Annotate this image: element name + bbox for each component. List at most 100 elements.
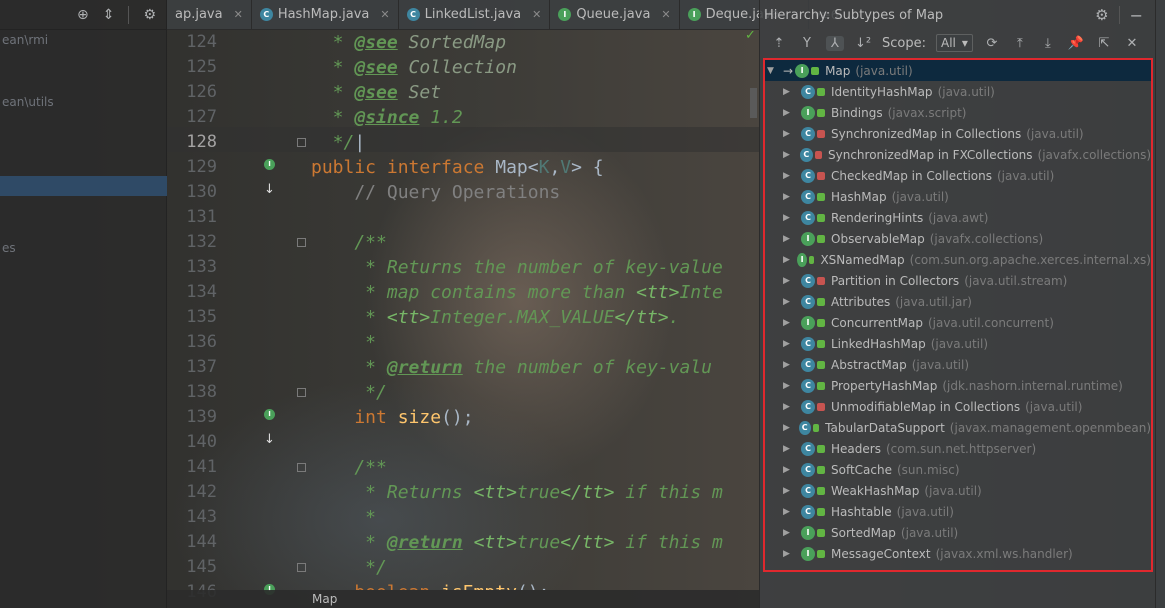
implemented-marker-icon[interactable]: I↓ bbox=[264, 152, 284, 197]
toolbar-divider bbox=[128, 5, 130, 24]
expand-arrow-icon[interactable]: ▶ bbox=[783, 549, 795, 559]
package-name: (java.util.jar) bbox=[895, 294, 972, 309]
fold-icon[interactable] bbox=[297, 388, 306, 397]
close-icon[interactable]: ✕ bbox=[1123, 36, 1141, 51]
expanded-arrow-icon[interactable]: ▼ bbox=[767, 66, 779, 76]
expand-arrow-icon[interactable]: ▶ bbox=[783, 129, 795, 139]
expand-arrow-icon[interactable]: ▶ bbox=[783, 108, 795, 118]
hierarchy-item[interactable]: ▶ C CheckedMap in Collections (java.util) bbox=[765, 165, 1151, 186]
expand-arrow-icon[interactable]: ▶ bbox=[783, 192, 795, 202]
editor-tab[interactable]: C LinkedList.java ✕ bbox=[399, 0, 551, 29]
editor-tab[interactable]: C HashMap.java ✕ bbox=[252, 0, 399, 29]
pin-icon[interactable]: 📌 bbox=[1067, 36, 1085, 51]
type-name: Attributes bbox=[831, 294, 891, 309]
hierarchy-item[interactable]: ▶ C PropertyHashMap (jdk.nashorn.internal.r… bbox=[765, 375, 1151, 396]
expand-arrow-icon[interactable]: ▶ bbox=[783, 507, 795, 517]
expand-all-icon[interactable]: ⤒ bbox=[1011, 36, 1029, 51]
type-name: Hashtable bbox=[831, 504, 892, 519]
hierarchy-item[interactable]: ▶ I Bindings (javax.script) bbox=[765, 102, 1151, 123]
close-tab-icon[interactable]: ✕ bbox=[234, 8, 243, 21]
expand-arrow-icon[interactable]: ▶ bbox=[783, 444, 795, 454]
hierarchy-item[interactable]: ▶ I ObservableMap (javafx.collections) bbox=[765, 228, 1151, 249]
hierarchy-item[interactable]: ▶ C HashMap (java.util) bbox=[765, 186, 1151, 207]
scope-dropdown[interactable]: All ▾ bbox=[935, 34, 973, 52]
hierarchy-item[interactable]: ▶ C SoftCache (sun.misc) bbox=[765, 459, 1151, 480]
close-tab-icon[interactable]: ✕ bbox=[661, 8, 670, 21]
expand-arrow-icon[interactable]: ▶ bbox=[783, 465, 795, 475]
editor-scrollbar[interactable] bbox=[750, 88, 757, 118]
hierarchy-item[interactable]: ▶ C SynchronizedMap in FXCollections (javaf… bbox=[765, 144, 1151, 165]
editor-tab[interactable]: I Queue.java ✕ bbox=[550, 0, 680, 29]
expand-arrow-icon[interactable]: ▶ bbox=[783, 150, 794, 160]
expand-arrow-icon[interactable]: ▶ bbox=[783, 318, 795, 328]
expand-arrow-icon[interactable]: ▶ bbox=[783, 213, 795, 223]
fold-icon[interactable] bbox=[297, 138, 306, 147]
hierarchy-item[interactable]: ▶ I ConcurrentMap (java.util.concurrent) bbox=[765, 312, 1151, 333]
gear-icon[interactable]: ⚙ bbox=[1095, 6, 1108, 24]
hierarchy-item[interactable]: ▶ C IdentityHashMap (java.util) bbox=[765, 81, 1151, 102]
supertypes-icon[interactable]: ⇡ bbox=[770, 36, 788, 51]
public-access-icon bbox=[817, 213, 825, 222]
expand-arrow-icon[interactable]: ▶ bbox=[783, 381, 795, 391]
expand-arrow-icon[interactable]: ▶ bbox=[783, 171, 795, 181]
breadcrumb[interactable]: Map bbox=[167, 590, 759, 608]
project-tree-item[interactable]: es bbox=[0, 238, 167, 258]
fold-icon[interactable] bbox=[297, 563, 306, 572]
expand-arrow-icon[interactable]: ▶ bbox=[783, 528, 795, 538]
locate-icon[interactable]: ⊕ bbox=[77, 7, 89, 23]
line-number: 134 bbox=[186, 282, 217, 302]
hierarchy-item[interactable]: ▶ C SynchronizedMap in Collections (java.ut… bbox=[765, 123, 1151, 144]
sort-alphabetically-icon[interactable]: ↓² bbox=[854, 36, 872, 51]
project-tree-item[interactable]: ean\utils bbox=[0, 92, 167, 112]
expand-arrow-icon[interactable]: ▶ bbox=[783, 339, 795, 349]
hierarchy-item[interactable]: ▶ C AbstractMap (java.util) bbox=[765, 354, 1151, 375]
hierarchy-item[interactable]: ▶ C Hashtable (java.util) bbox=[765, 501, 1151, 522]
hierarchy-item[interactable]: ▶ I XSNamedMap (com.sun.org.apache.xerces.i… bbox=[765, 249, 1151, 270]
gear-icon[interactable]: ⚙ bbox=[143, 7, 156, 23]
hierarchy-item[interactable]: ▶ C UnmodifiableMap in Collections (java.ut… bbox=[765, 396, 1151, 417]
collapse-icon[interactable]: ⇕ bbox=[103, 7, 115, 23]
class-icon: C bbox=[259, 8, 273, 21]
hierarchy-tree[interactable]: ▼ → I Map (java.util) ▶ C IdentityHashMap(… bbox=[763, 58, 1153, 572]
hide-panel-icon[interactable]: − bbox=[1130, 6, 1143, 25]
collapse-all-icon[interactable]: ⤓ bbox=[1039, 36, 1057, 51]
line-number: 127 bbox=[186, 107, 217, 127]
expand-arrow-icon[interactable]: ▶ bbox=[783, 234, 795, 244]
hierarchy-item[interactable]: ▶ C Attributes (java.util.jar) bbox=[765, 291, 1151, 312]
expand-arrow-icon[interactable]: ▶ bbox=[783, 402, 795, 412]
project-tree-item[interactable]: ean\rmi bbox=[0, 30, 167, 50]
interface-icon: I bbox=[801, 546, 815, 561]
hierarchy-item[interactable]: ▶ C LinkedHashMap (java.util) bbox=[765, 333, 1151, 354]
expand-arrow-icon[interactable]: ▶ bbox=[783, 255, 791, 265]
close-tab-icon[interactable]: ✕ bbox=[380, 8, 389, 21]
line-number: 125 bbox=[186, 57, 217, 77]
implemented-marker-icon[interactable]: I↓ bbox=[264, 402, 284, 447]
hierarchy-title-bar: Hierarchy: Subtypes of Map ⚙ − bbox=[760, 0, 1155, 30]
hierarchy-item[interactable]: ▶ C Partition in Collectors (java.util.stre… bbox=[765, 270, 1151, 291]
expand-arrow-icon[interactable]: ▶ bbox=[783, 276, 795, 286]
hierarchy-item[interactable]: ▶ C TabularDataSupport (javax.management.op… bbox=[765, 417, 1151, 438]
expand-arrow-icon[interactable]: ▶ bbox=[783, 423, 793, 433]
hierarchy-item[interactable]: ▶ C WeakHashMap (java.util) bbox=[765, 480, 1151, 501]
hierarchy-root-row[interactable]: ▼ → I Map (java.util) bbox=[765, 60, 1151, 81]
close-tab-icon[interactable]: ✕ bbox=[532, 8, 541, 21]
line-number: 143 bbox=[186, 507, 217, 527]
fold-icon[interactable] bbox=[297, 238, 306, 247]
hierarchy-item[interactable]: ▶ C Headers (com.sun.net.httpserver) bbox=[765, 438, 1151, 459]
editor-tab[interactable]: Iap.java✕ bbox=[167, 0, 252, 29]
expand-arrow-icon[interactable]: ▶ bbox=[783, 360, 795, 370]
hierarchy-item[interactable]: ▶ I SortedMap (java.util) bbox=[765, 522, 1151, 543]
fold-icon[interactable] bbox=[297, 463, 306, 472]
code-editor[interactable]: * @see SortedMap * @see Collection * @se… bbox=[307, 30, 759, 590]
hierarchy-item[interactable]: ▶ C RenderingHints (java.awt) bbox=[765, 207, 1151, 228]
export-icon[interactable]: ⇱ bbox=[1095, 36, 1113, 51]
type-hierarchy-icon[interactable]: Y bbox=[798, 36, 816, 51]
project-tree-item[interactable] bbox=[0, 176, 167, 196]
refresh-icon[interactable]: ⟳ bbox=[983, 36, 1001, 51]
breadcrumb-item[interactable]: Map bbox=[312, 592, 337, 606]
expand-arrow-icon[interactable]: ▶ bbox=[783, 486, 795, 496]
hierarchy-item[interactable]: ▶ I MessageContext (javax.xml.ws.handler) bbox=[765, 543, 1151, 564]
subtypes-icon[interactable]: ⅄ bbox=[826, 35, 844, 51]
expand-arrow-icon[interactable]: ▶ bbox=[783, 297, 795, 307]
expand-arrow-icon[interactable]: ▶ bbox=[783, 87, 795, 97]
